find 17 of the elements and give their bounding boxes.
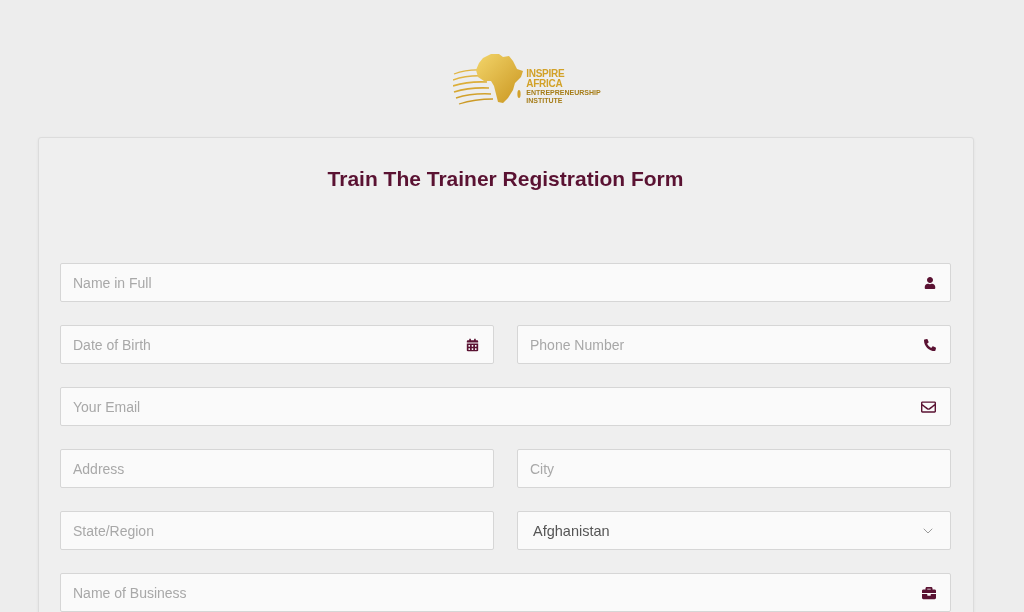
- briefcase-icon: [922, 585, 936, 600]
- envelope-icon: [921, 399, 936, 414]
- logo-wordmark: INSPIRE: [526, 69, 565, 79]
- input-field[interactable]: Address: [60, 449, 494, 488]
- input-field[interactable]: Date of Birth: [60, 325, 494, 364]
- input-field[interactable]: City: [517, 449, 951, 488]
- calendar-icon: [466, 338, 479, 351]
- input-field[interactable]: Your Email: [60, 387, 951, 426]
- form-title: Train The Trainer Registration Form: [326, 166, 685, 192]
- country-select[interactable]: Afghanistan: [517, 511, 951, 550]
- input-field[interactable]: Name in Full: [60, 263, 951, 302]
- input-field[interactable]: Name of Business: [60, 573, 951, 612]
- user-icon: [924, 276, 936, 289]
- phone-icon: [924, 338, 936, 351]
- logo-wordmark: AFRICA: [526, 79, 563, 89]
- input-field[interactable]: Phone Number: [517, 325, 951, 364]
- input-field[interactable]: State/Region: [60, 511, 494, 550]
